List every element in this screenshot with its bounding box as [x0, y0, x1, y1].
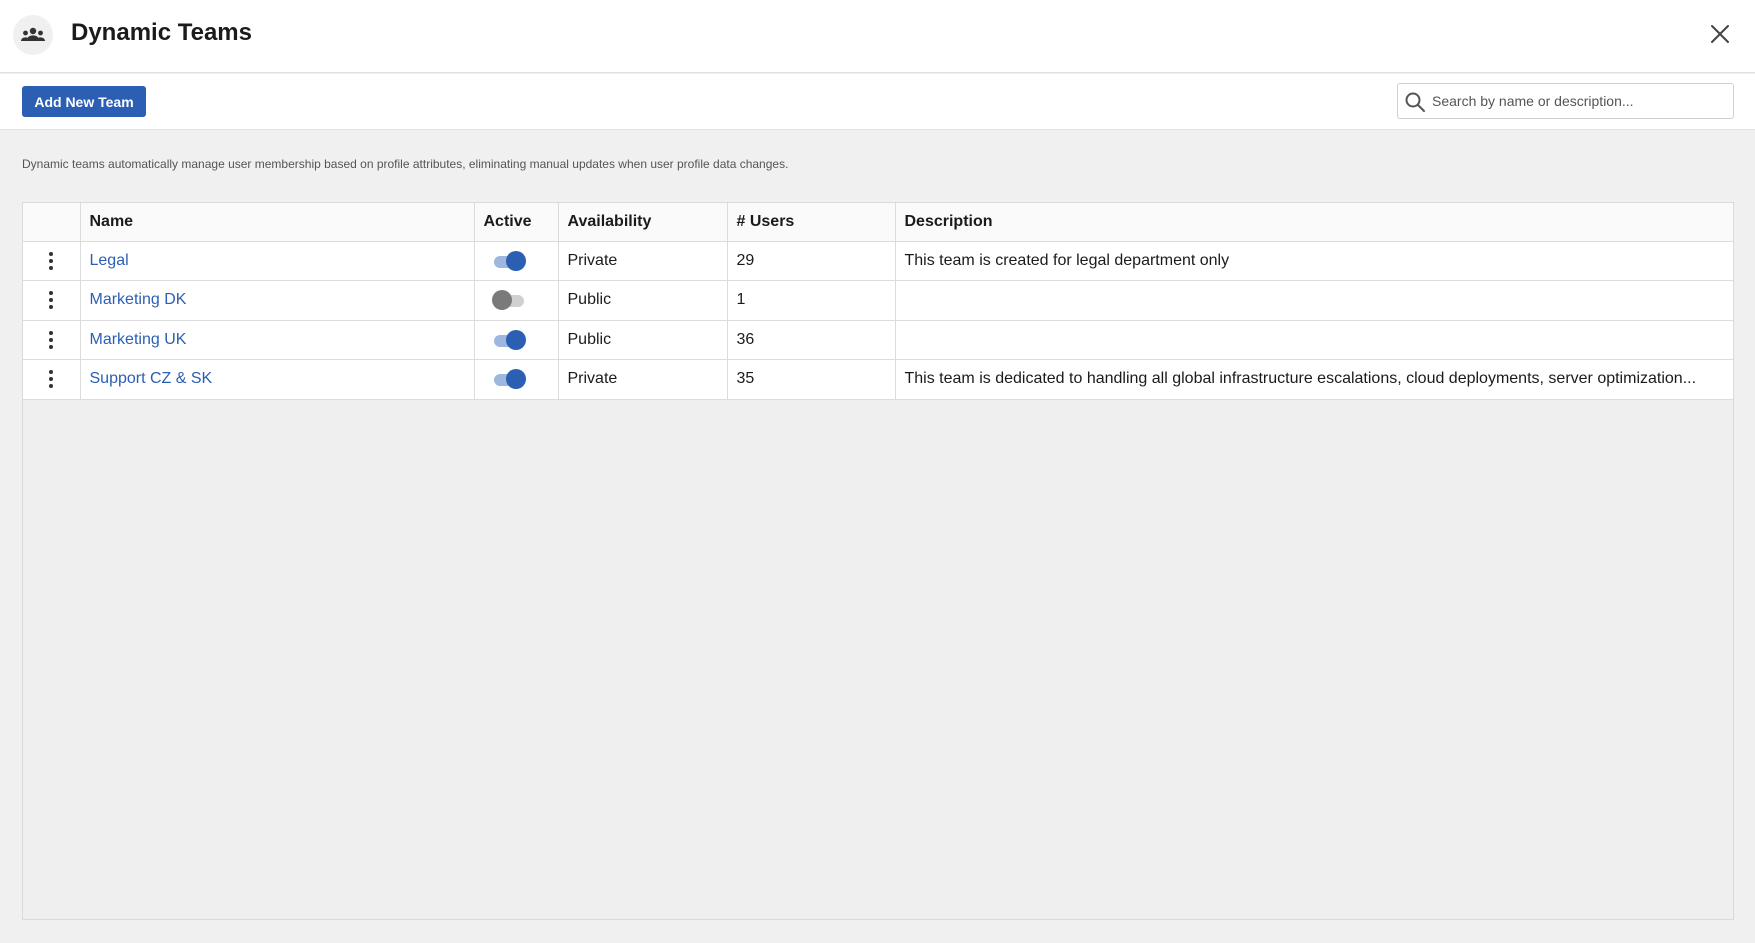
column-header-active[interactable]: Active: [474, 203, 559, 242]
users-cell: 35: [727, 359, 896, 400]
description-cell: [895, 280, 1733, 321]
active-cell: [474, 241, 559, 281]
name-cell: Marketing DK: [80, 280, 475, 321]
table-row: Legal Private 29 This team is created fo…: [23, 241, 1733, 281]
name-cell: Support CZ & SK: [80, 359, 475, 400]
table-row: Marketing DK Public 1: [23, 280, 1733, 321]
active-toggle[interactable]: [492, 329, 526, 350]
description-cell: This team is created for legal departmen…: [895, 241, 1733, 281]
column-header-menu: [23, 203, 81, 242]
active-cell: [474, 280, 559, 321]
column-header-availability[interactable]: Availability: [558, 203, 728, 242]
active-toggle[interactable]: [492, 369, 526, 390]
active-cell: [474, 320, 559, 360]
active-toggle[interactable]: [491, 290, 526, 311]
name-cell: Marketing UK: [80, 320, 475, 360]
table-row: Marketing UK Public 36: [23, 320, 1733, 360]
row-menu-cell: [23, 241, 81, 281]
team-name-link[interactable]: Legal: [90, 252, 129, 269]
row-menu-cell: [23, 280, 81, 321]
table-row: Support CZ & SK Private 35 This team is …: [23, 359, 1733, 400]
column-header-users[interactable]: # Users: [727, 203, 896, 242]
users-cell: 1: [727, 280, 896, 321]
team-icon: [13, 15, 53, 55]
info-text: Dynamic teams automatically manage user …: [22, 157, 789, 171]
name-cell: Legal: [80, 241, 475, 281]
page-title: Dynamic Teams: [71, 19, 252, 46]
team-name-link[interactable]: Marketing DK: [90, 291, 187, 308]
search-box: [1397, 83, 1734, 119]
column-header-description[interactable]: Description: [895, 203, 1733, 242]
teams-table: Name Active Availability # Users Descrip…: [23, 203, 1733, 400]
table-header-row: Name Active Availability # Users Descrip…: [23, 203, 1733, 242]
add-new-team-button[interactable]: Add New Team: [22, 86, 146, 117]
more-vert-icon[interactable]: [32, 367, 71, 391]
active-toggle[interactable]: [492, 250, 526, 271]
row-menu-cell: [23, 320, 81, 360]
availability-cell: Private: [558, 241, 728, 281]
header: Dynamic Teams: [0, 0, 1755, 73]
column-header-name[interactable]: Name: [80, 203, 475, 242]
users-cell: 36: [727, 320, 896, 360]
more-vert-icon[interactable]: [32, 288, 71, 312]
description-cell: [895, 320, 1733, 360]
more-vert-icon[interactable]: [32, 328, 71, 352]
search-input[interactable]: [1432, 84, 1728, 118]
description-cell: This team is dedicated to handling all g…: [895, 359, 1733, 400]
more-vert-icon[interactable]: [32, 249, 71, 273]
team-name-link[interactable]: Support CZ & SK: [90, 370, 213, 387]
search-icon: [1405, 92, 1425, 112]
active-cell: [474, 359, 559, 400]
availability-cell: Public: [558, 320, 728, 360]
team-name-link[interactable]: Marketing UK: [90, 331, 187, 348]
teams-table-container: Name Active Availability # Users Descrip…: [22, 202, 1734, 920]
close-icon[interactable]: [1708, 22, 1732, 46]
toolbar: Add New Team: [0, 74, 1755, 130]
availability-cell: Public: [558, 280, 728, 321]
row-menu-cell: [23, 359, 81, 400]
users-cell: 29: [727, 241, 896, 281]
availability-cell: Private: [558, 359, 728, 400]
